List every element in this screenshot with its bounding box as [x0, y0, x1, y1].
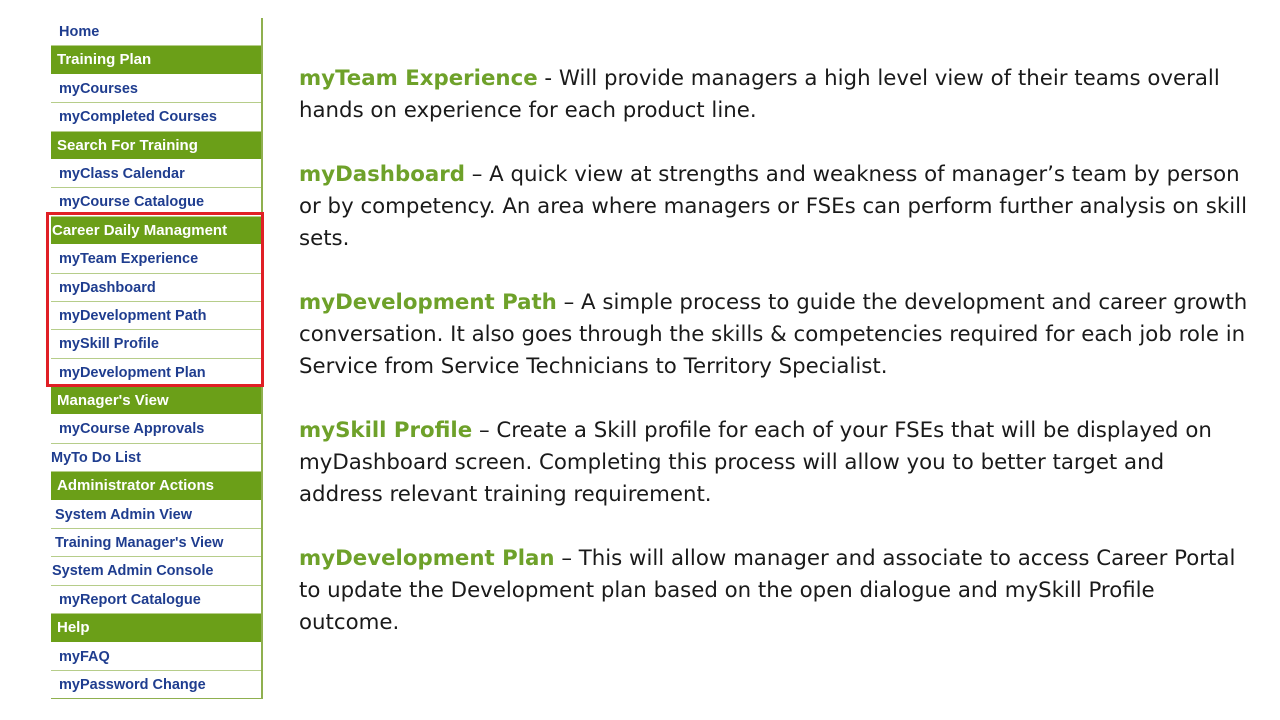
section-header-managers-view: Manager's View: [51, 387, 261, 416]
sidebar-item-my-courses[interactable]: myCourses: [51, 75, 261, 104]
sidebar-item-my-completed-courses[interactable]: myCompleted Courses: [51, 103, 261, 132]
sidebar-item-system-admin-view[interactable]: System Admin View: [51, 501, 261, 530]
description-my-skill-profile: mySkill Profile – Create a Skill profile…: [299, 415, 1249, 511]
term-my-skill-profile: mySkill Profile: [299, 418, 473, 443]
sidebar-item-system-admin-console[interactable]: System Admin Console: [51, 557, 261, 586]
description-my-dashboard: myDashboard – A quick view at strengths …: [299, 159, 1249, 255]
sidebar-item-home[interactable]: Home: [51, 18, 261, 47]
sidebar-item-my-course-catalogue[interactable]: myCourse Catalogue: [51, 188, 261, 217]
section-header-administrator-actions: Administrator Actions: [51, 472, 261, 501]
term-my-dashboard: myDashboard: [299, 162, 465, 187]
section-header-help: Help: [51, 614, 261, 643]
section-header-search-for-training: Search For Training: [51, 131, 261, 160]
sidebar-nav: Home Training Plan myCourses myCompleted…: [51, 18, 263, 700]
term-my-development-path: myDevelopment Path: [299, 290, 557, 315]
sidebar-item-my-development-plan[interactable]: myDevelopment Plan: [51, 359, 261, 388]
description-my-development-path: myDevelopment Path – A simple process to…: [299, 287, 1249, 383]
section-header-training-plan: Training Plan: [51, 46, 261, 75]
section-header-career-daily-managment: Career Daily Managment: [51, 216, 261, 246]
sidebar-item-my-course-approvals[interactable]: myCourse Approvals: [51, 415, 261, 444]
sidebar-item-my-team-experience[interactable]: myTeam Experience: [51, 245, 261, 274]
sidebar-item-my-report-catalogue[interactable]: myReport Catalogue: [51, 586, 261, 615]
sidebar-item-my-to-do-list[interactable]: MyTo Do List: [51, 444, 261, 473]
sidebar-item-training-managers-view[interactable]: Training Manager's View: [51, 529, 261, 558]
sidebar-item-my-dashboard[interactable]: myDashboard: [51, 274, 261, 302]
term-my-development-plan: myDevelopment Plan: [299, 546, 555, 571]
sidebar-item-my-class-calendar[interactable]: myClass Calendar: [51, 160, 261, 189]
sidebar-item-my-skill-profile[interactable]: mySkill Profile: [51, 330, 261, 359]
description-my-development-plan: myDevelopment Plan – This will allow man…: [299, 543, 1249, 639]
description-panel: myTeam Experience - Will provide manager…: [299, 63, 1249, 671]
term-my-team-experience: myTeam Experience: [299, 66, 538, 91]
sidebar-item-my-faq[interactable]: myFAQ: [51, 643, 261, 671]
sidebar-item-my-password-change[interactable]: myPassword Change: [51, 671, 261, 700]
sidebar-item-my-development-path[interactable]: myDevelopment Path: [51, 302, 261, 331]
description-my-team-experience: myTeam Experience - Will provide manager…: [299, 63, 1249, 127]
